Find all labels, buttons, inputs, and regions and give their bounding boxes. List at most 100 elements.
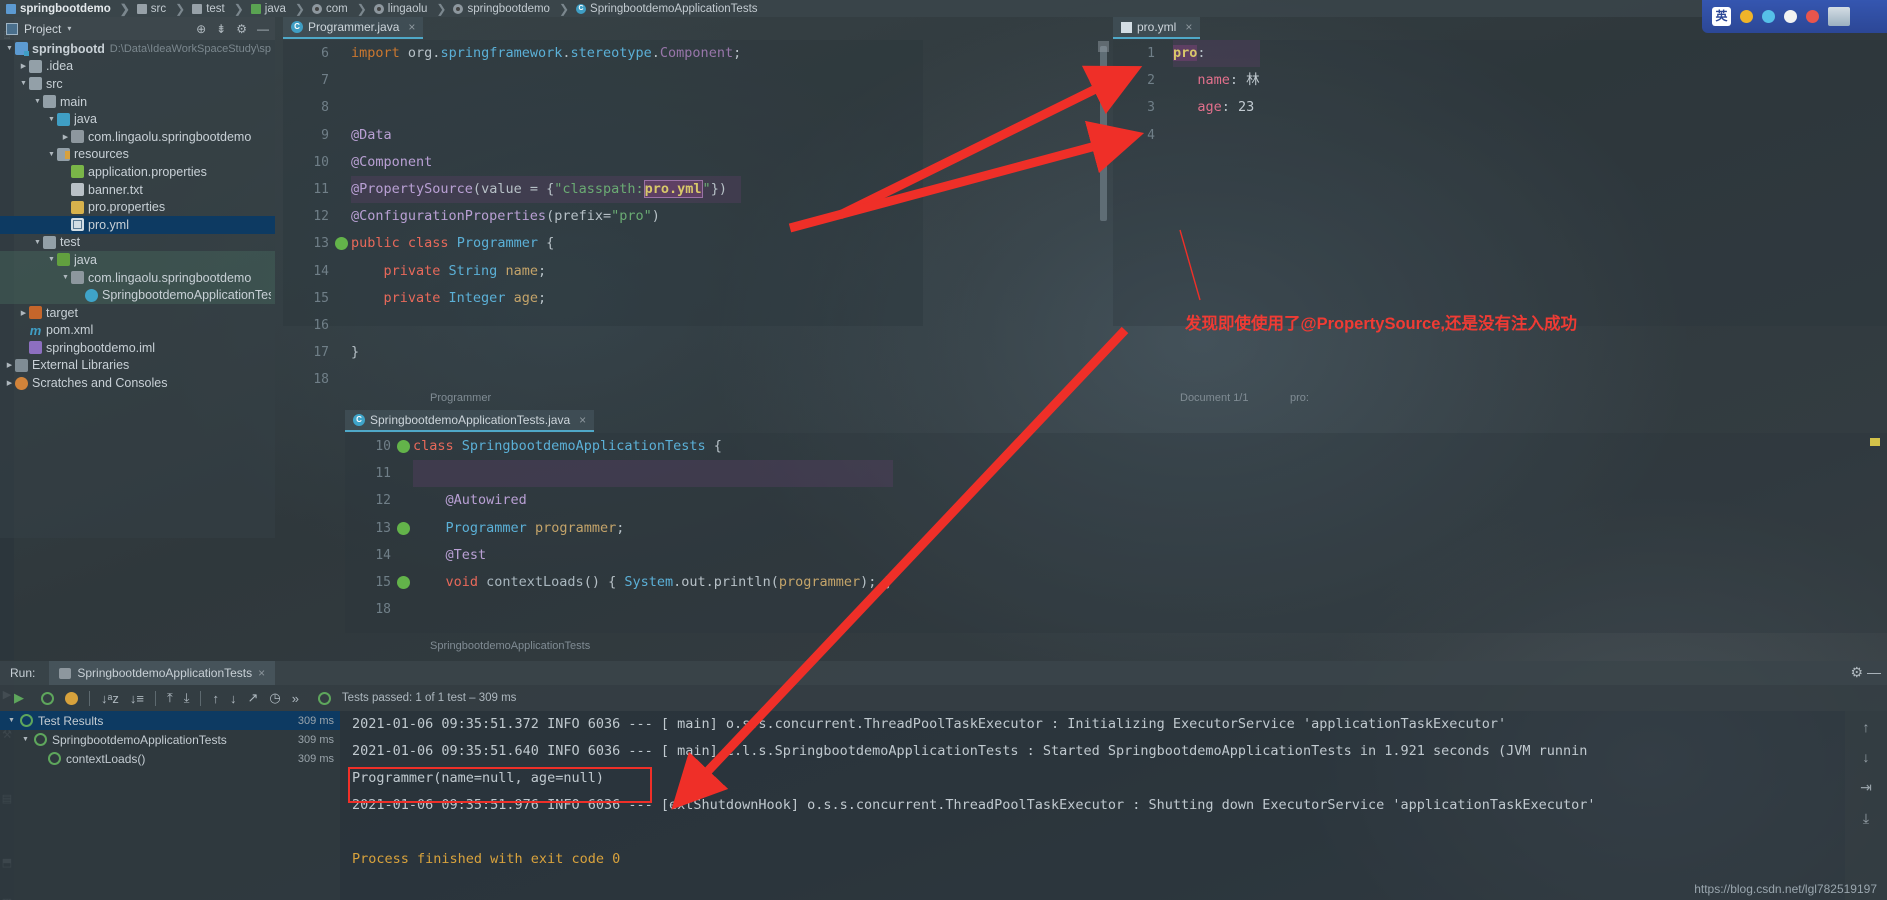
chevron-down-icon[interactable]: ▼	[8, 717, 20, 724]
tree-item-pom-xml[interactable]: m pom.xml	[0, 322, 275, 340]
code-line[interactable]	[413, 596, 893, 623]
code-line[interactable]: @Data	[351, 122, 741, 149]
console-right-toolbar[interactable]: ↑ ↓ ⇥ ⤓	[1845, 711, 1887, 900]
tab-tests-java[interactable]: C SpringbootdemoApplicationTests.java ×	[345, 410, 595, 432]
tree-item-java[interactable]: ▼ java	[0, 251, 275, 269]
code-yml[interactable]: pro: name: 林 age: 23	[1173, 40, 1260, 149]
editor-programmer-java[interactable]: 6 7 8 9 10 11 12 13 14 15 16 17 18 import org.spring…	[283, 40, 923, 387]
run-test-icon[interactable]	[397, 440, 410, 453]
editor-tabs-tests[interactable]: C SpringbootdemoApplicationTests.java ×	[345, 410, 625, 432]
chevron-down-icon[interactable]: ▼	[22, 736, 34, 743]
chevron-right-icon[interactable]: ▶	[18, 309, 29, 317]
tree-item-springbootdemo[interactable]: ▼ springbootdemo D:\Data\IdeaWorkSpaceStud…	[0, 40, 275, 58]
chevron-down-icon[interactable]: ▼	[60, 274, 71, 281]
code-line[interactable]: Programmer programmer;	[413, 515, 893, 542]
scroll-up-icon[interactable]: ↑	[1863, 719, 1870, 735]
scroll-to-end-icon[interactable]: ⤓	[1863, 810, 1869, 827]
tree-item-springbootdemoapplicationtests[interactable]: SpringbootdemoApplicationTests	[0, 286, 275, 304]
code-line[interactable]: @Component	[351, 149, 741, 176]
tree-item-application-properties[interactable]: application.properties	[0, 163, 275, 181]
show-ignored-icon[interactable]	[65, 691, 78, 705]
editor-tests-java[interactable]: 10 11 12 13 14 15 18 class SpringbootdemoAppli…	[345, 433, 1887, 633]
ime-status-bar[interactable]: 英	[1702, 0, 1887, 33]
breadcrumb-item-java[interactable]: java ❯	[249, 2, 310, 16]
editor-tabs-main[interactable]: C Programmer.java ×	[283, 17, 923, 39]
tree-item-pro-properties[interactable]: pro.properties	[0, 198, 275, 216]
soft-wrap-icon[interactable]: ⇥	[1860, 779, 1872, 796]
chevron-down-icon[interactable]: ▼	[18, 80, 29, 87]
tree-item-pro-yml[interactable]: pro.yml	[0, 215, 275, 234]
close-icon[interactable]: ×	[258, 666, 265, 680]
sort-by-duration-icon[interactable]: ↓≡	[130, 691, 144, 706]
close-icon[interactable]: ×	[579, 413, 586, 427]
tree-item-scratches-and-consoles[interactable]: ▶ Scratches and Consoles	[0, 374, 275, 392]
show-passed-icon[interactable]	[41, 691, 54, 705]
chevron-down-icon[interactable]: ▼	[32, 239, 43, 246]
scroll-down-icon[interactable]: ↓	[1863, 749, 1870, 765]
prev-failed-icon[interactable]: ↑	[212, 691, 219, 706]
code-line[interactable]: class SpringbootdemoApplicationTests {	[413, 433, 893, 460]
code-line[interactable]	[413, 460, 893, 488]
yaml-line[interactable]: name: 林	[1173, 67, 1259, 94]
code-line[interactable]	[351, 94, 741, 121]
tree-item-main[interactable]: ▼ main	[0, 93, 275, 111]
close-icon[interactable]: ×	[1185, 20, 1192, 34]
chevron-right-icon[interactable]: ▶	[4, 361, 15, 369]
code-line[interactable]: @ConfigurationProperties(prefix="pro")	[351, 203, 741, 230]
tree-item-src[interactable]: ▼ src	[0, 75, 275, 93]
code-line[interactable]: @Autowired	[413, 487, 893, 514]
test-tree-item[interactable]: contextLoads() 309 ms	[0, 749, 340, 768]
spring-bean-icon[interactable]	[335, 237, 348, 251]
yaml-line[interactable]	[1173, 122, 1260, 149]
tree-item-java[interactable]: ▼ java	[0, 110, 275, 128]
more-icon[interactable]: »	[292, 691, 299, 706]
collapse-all-icon[interactable]: ⇟	[216, 22, 226, 36]
breadcrumb-item-springbootdemo[interactable]: springbootdemo ❯	[4, 2, 135, 16]
chevron-down-icon[interactable]: ▼	[32, 98, 43, 105]
yaml-line[interactable]: pro:	[1173, 40, 1260, 68]
next-failed-icon[interactable]: ↓	[230, 691, 237, 706]
ime-lang-indicator[interactable]: 英	[1712, 7, 1731, 26]
code-line[interactable]: private String name;	[351, 258, 741, 285]
yaml-line[interactable]: age: 23	[1173, 94, 1260, 121]
run-test-icon[interactable]	[397, 576, 410, 589]
breadcrumb-item-com[interactable]: com ❯	[310, 2, 372, 16]
test-tree-item[interactable]: ▼ SpringbootdemoApplicationTests 309 ms	[0, 730, 340, 749]
tree-item-test[interactable]: ▼ test	[0, 234, 275, 252]
code-line[interactable]: }	[351, 339, 741, 366]
editor-tabs-yml[interactable]: pro.yml ×	[1113, 17, 1243, 39]
tree-item-com-lingaolu-springbootdemo[interactable]: ▶ com.lingaolu.springbootdemo	[0, 128, 275, 146]
breadcrumb-item-lingaolu[interactable]: lingaolu ❯	[372, 2, 452, 16]
locate-icon[interactable]: ⊕	[196, 22, 206, 36]
tab-programmer-java[interactable]: C Programmer.java ×	[283, 17, 424, 39]
breadcrumb-item-springbootdemoapplicationtests[interactable]: C SpringbootdemoApplicationTests	[574, 3, 763, 15]
collapse-all-icon[interactable]: ⤓	[184, 690, 190, 706]
sort-alphabetically-icon[interactable]: ↓ᵃz	[101, 691, 119, 706]
tree-item-external-libraries[interactable]: ▶ External Libraries	[0, 357, 275, 375]
code-line[interactable]: private Integer age;	[351, 285, 741, 312]
tree-item-target[interactable]: ▶ target	[0, 304, 275, 322]
code-line[interactable]	[351, 366, 741, 393]
editor-pro-yml[interactable]: 1234 pro: name: 林 age: 23	[1113, 40, 1887, 326]
chevron-down-icon[interactable]: ▼	[46, 116, 57, 123]
chevron-down-icon[interactable]: ▼	[4, 45, 15, 52]
code-line[interactable]: void contextLoads() { System.out.println…	[413, 569, 893, 596]
chevron-right-icon[interactable]: ▶	[60, 133, 71, 141]
breadcrumb-item-src[interactable]: src ❯	[135, 2, 190, 16]
run-settings-icon[interactable]: ⚙	[1850, 664, 1863, 681]
tab-pro-yml[interactable]: pro.yml ×	[1113, 17, 1201, 39]
tree-item-banner-txt[interactable]: banner.txt	[0, 181, 275, 199]
code-line[interactable]	[351, 312, 741, 339]
code-line[interactable]: @Test	[413, 542, 893, 569]
bean-nav-icon[interactable]	[397, 521, 410, 535]
run-minimize-icon[interactable]: —	[1867, 664, 1881, 680]
chevron-down-icon[interactable]: ▼	[46, 256, 57, 263]
tree-item-springbootdemo-iml[interactable]: springbootdemo.iml	[0, 339, 275, 357]
tree-item-com-lingaolu-springbootdemo[interactable]: ▼ com.lingaolu.springbootdemo	[0, 268, 275, 287]
test-tree-item[interactable]: ▼ Test Results 309 ms	[0, 711, 340, 730]
chevron-down-icon[interactable]: ▼	[46, 151, 57, 158]
settings-icon[interactable]: ⚙	[236, 22, 247, 36]
expand-all-icon[interactable]: ⤒	[167, 690, 173, 706]
tree-item-resources[interactable]: ▼ resources	[0, 146, 275, 164]
breadcrumb-item-springbootdemo[interactable]: springbootdemo ❯	[451, 2, 574, 16]
